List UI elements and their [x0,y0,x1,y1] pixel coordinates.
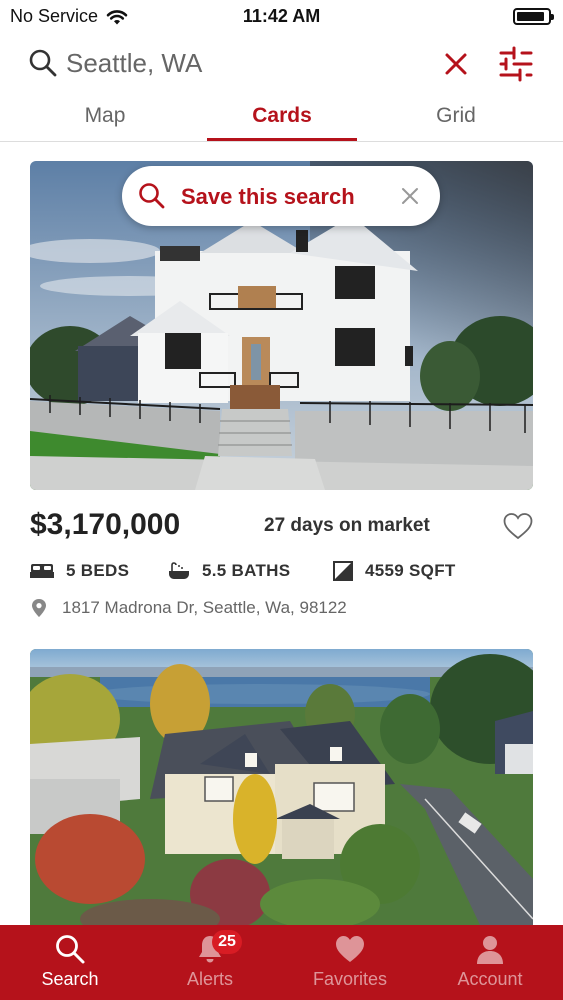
location-pin-icon [32,599,46,617]
tabbar-alerts[interactable]: 25 Alerts [140,925,280,1000]
sqft-label: 4559 SQFT [365,561,456,580]
bottom-tab-bar: Search 25 Alerts Favorites Account [0,925,563,1000]
search-input[interactable]: Seattle, WA [66,48,202,79]
tabbar-favorites[interactable]: Favorites [280,925,420,1000]
address-label: 1817 Madrona Dr, Seattle, Wa, 98122 [62,598,347,617]
tabbar-search[interactable]: Search [0,925,140,1000]
house-photo [30,649,533,925]
search-icon [29,49,57,77]
baths-fact: 5.5 BATHS [168,561,290,581]
favorite-heart-button[interactable] [502,511,534,541]
filter-button[interactable] [498,44,534,84]
bed-icon [30,564,54,578]
tabbar-search-label: Search [41,969,99,989]
search-icon [139,183,165,209]
tab-cards[interactable]: Cards [207,104,357,128]
battery-icon [513,8,554,25]
save-search-button[interactable]: Save this search [122,166,440,226]
tabbar-favorites-label: Favorites [312,969,388,989]
sqft-fact: 4559 SQFT [333,561,456,581]
tab-grid[interactable]: Grid [381,104,531,128]
listing-facts: 5 BEDS 5.5 BATHS 4559 SQFT [30,561,533,585]
area-icon [333,561,353,581]
listing-card[interactable] [30,649,533,925]
person-icon [477,936,503,964]
status-bar: No Service 11:42 AM [0,0,563,34]
listing-photo[interactable] [30,649,533,925]
save-search-label: Save this search [181,184,355,209]
baths-label: 5.5 BATHS [202,561,291,580]
search-bar[interactable]: Seattle, WA [0,38,563,92]
active-tab-indicator [207,138,357,141]
alerts-badge: 25 [212,930,242,954]
listing-card[interactable]: Save this search $3,170,000 27 days on m… [30,161,533,621]
tabbar-account-label: Account [457,969,523,989]
listing-photo[interactable]: Save this search [30,161,533,490]
beds-label: 5 BEDS [66,561,130,580]
tab-map[interactable]: Map [30,104,180,128]
listing-price: $3,170,000 [30,508,181,541]
status-time: 11:42 AM [242,6,321,26]
tabbar-alerts-label: Alerts [186,969,233,989]
clear-search-button[interactable] [440,48,472,80]
listing-address: 1817 Madrona Dr, Seattle, Wa, 98122 [30,598,347,618]
search-icon [56,935,85,964]
heart-icon [336,936,364,962]
tabbar-account[interactable]: Account [420,925,560,1000]
view-tabs: Map Cards Grid [0,96,563,142]
beds-fact: 5 BEDS [30,561,129,581]
days-on-market: 27 days on market [264,515,430,536]
bathtub-icon [169,562,189,579]
close-icon[interactable] [400,186,420,206]
